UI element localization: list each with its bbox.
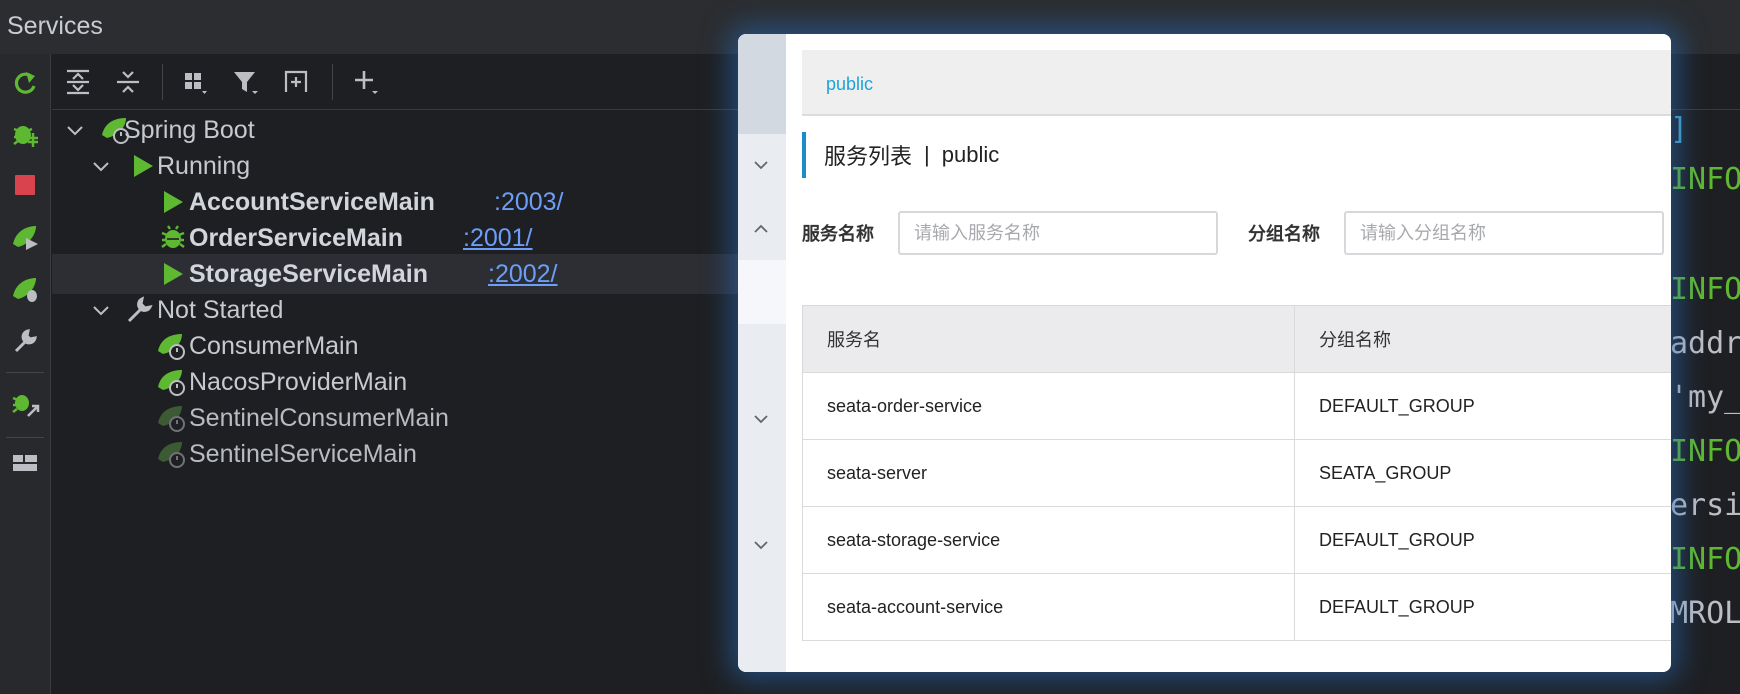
section-namespace: public: [941, 142, 1000, 167]
cell-group-name: DEFAULT_GROUP: [1294, 372, 1671, 440]
cell-group-name: DEFAULT_GROUP: [1294, 573, 1671, 641]
section-title-separator: |: [924, 142, 930, 167]
services-action-strip: [0, 54, 51, 694]
console-line: ]: [1670, 112, 1689, 147]
chevron-down-icon[interactable]: [750, 408, 772, 430]
wrench-icon: [127, 296, 153, 323]
service-port-link[interactable]: :2003/: [494, 188, 564, 217]
attach-debugger-icon[interactable]: [8, 386, 42, 420]
spring-boot-disabled-icon: [158, 442, 185, 468]
console-line: INFO: [1670, 542, 1740, 577]
table-row[interactable]: seata-account-service DEFAULT_GROUP: [802, 573, 1671, 641]
filter-icon[interactable]: [226, 62, 266, 102]
console-output: ] INFO INFO addr 'my_ INFO ersi INFO MRO…: [1660, 110, 1740, 694]
service-name: OrderServiceMain: [189, 223, 403, 252]
wrench-icon[interactable]: [8, 324, 42, 358]
console-line: INFO: [1670, 434, 1740, 469]
console-line: addr: [1670, 326, 1740, 361]
not-started-label: Not Started: [157, 295, 284, 324]
chevron-down-icon[interactable]: [64, 119, 86, 141]
table-row[interactable]: seata-storage-service DEFAULT_GROUP: [802, 506, 1671, 574]
chevron-up-icon[interactable]: [750, 218, 772, 240]
console-line: INFO: [1670, 162, 1740, 197]
debug-icon: [161, 225, 185, 248]
debug-rerun-icon[interactable]: [8, 116, 42, 150]
collapse-all-icon[interactable]: [108, 62, 148, 102]
column-header-service[interactable]: 服务名: [802, 305, 1295, 373]
run-icon: [164, 191, 183, 213]
cell-group-name: DEFAULT_GROUP: [1294, 506, 1671, 574]
cell-service-name: seata-storage-service: [802, 506, 1295, 574]
table-header-row: 服务名 分组名称: [802, 305, 1671, 373]
namespace-link[interactable]: public: [826, 74, 873, 95]
service-port-link[interactable]: :2002/: [488, 260, 558, 289]
layout-icon[interactable]: [8, 446, 42, 480]
console-line: MROL: [1670, 596, 1740, 631]
service-name: ConsumerMain: [189, 331, 359, 360]
table-row[interactable]: seata-order-service DEFAULT_GROUP: [802, 372, 1671, 440]
chevron-down-icon[interactable]: [750, 154, 772, 176]
run-icon: [164, 263, 183, 285]
nacos-sidebar: [738, 34, 786, 672]
run-spring-icon[interactable]: [8, 220, 42, 254]
service-name: SentinelServiceMain: [189, 439, 417, 468]
group-name-label: 分组名称: [1248, 224, 1320, 244]
window-title: Services: [7, 12, 103, 40]
cell-service-name: seata-server: [802, 439, 1295, 507]
table-row[interactable]: seata-server SEATA_GROUP: [802, 439, 1671, 507]
run-icon: [134, 155, 153, 177]
service-name-label: 服务名称: [802, 224, 874, 244]
service-name: NacosProviderMain: [189, 367, 408, 396]
ide-window: Services Spring Boot Running AccountServ…: [0, 0, 1740, 694]
cell-group-name: SEATA_GROUP: [1294, 439, 1671, 507]
section-title-text: 服务列表: [824, 144, 913, 169]
service-name-input[interactable]: [898, 211, 1218, 255]
chevron-down-icon[interactable]: [750, 534, 772, 556]
spring-boot-label: Spring Boot: [124, 115, 255, 144]
spring-boot-icon: [158, 334, 185, 360]
column-header-group[interactable]: 分组名称: [1294, 305, 1671, 373]
service-port-link[interactable]: :2001/: [463, 224, 533, 253]
service-name: StorageServiceMain: [189, 259, 428, 288]
group-name-input[interactable]: [1344, 211, 1664, 255]
section-title: 服务列表 | public: [802, 132, 999, 178]
running-label: Running: [157, 151, 251, 180]
service-name: AccountServiceMain: [189, 187, 435, 216]
debug-spring-icon[interactable]: [8, 272, 42, 306]
console-line: 'my_: [1670, 380, 1740, 415]
console-line: INFO: [1670, 272, 1740, 307]
stop-icon[interactable]: [8, 168, 42, 202]
cell-service-name: seata-account-service: [802, 573, 1295, 641]
nacos-console-panel: public 服务列表 | public 服务名称 分组名称 服务名 分组名称 …: [738, 34, 1671, 672]
add-icon[interactable]: [346, 62, 386, 102]
rerun-icon[interactable]: [8, 66, 42, 100]
new-service-icon[interactable]: [276, 62, 316, 102]
cell-service-name: seata-order-service: [802, 372, 1295, 440]
console-line: ersi: [1670, 488, 1740, 523]
group-by-icon[interactable]: [176, 62, 216, 102]
spring-boot-icon: [158, 370, 185, 396]
namespace-bar: public: [802, 50, 1671, 116]
service-table: 服务名 分组名称 seata-order-service DEFAULT_GRO…: [802, 305, 1671, 641]
chevron-down-icon[interactable]: [90, 299, 112, 321]
expand-all-icon[interactable]: [58, 62, 98, 102]
service-name: SentinelConsumerMain: [189, 403, 449, 432]
spring-boot-disabled-icon: [158, 406, 185, 432]
chevron-down-icon[interactable]: [90, 155, 112, 177]
